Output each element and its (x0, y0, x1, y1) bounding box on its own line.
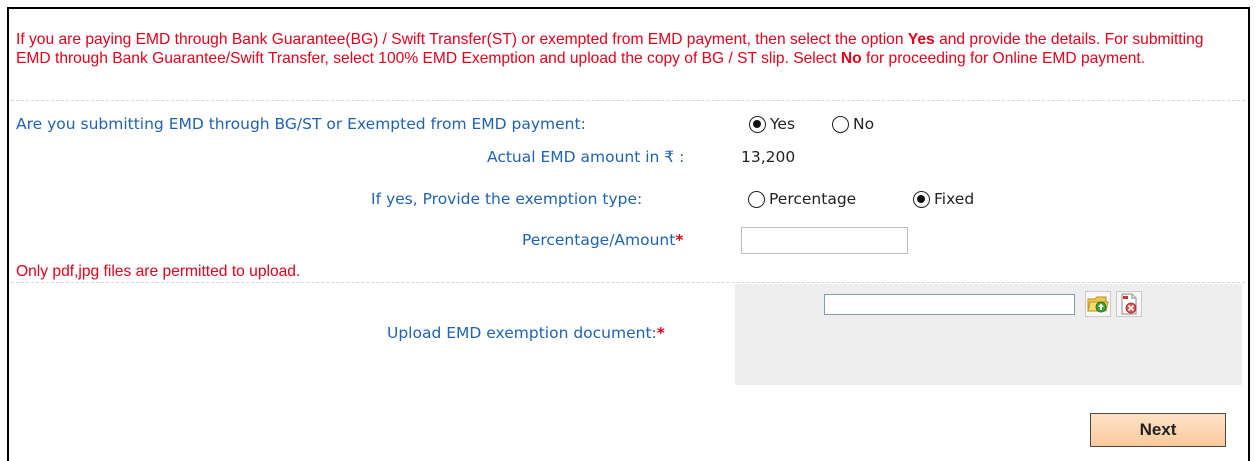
percentage-label: Percentage (769, 190, 857, 208)
percentage-amount-label-wrap: Percentage/Amount* (522, 231, 683, 249)
upload-note: Only pdf,jpg files are permitted to uplo… (16, 263, 301, 280)
bg-no-radio[interactable] (832, 115, 849, 133)
upload-label: Upload EMD exemption document: (387, 324, 657, 342)
upload-label-wrap: Upload EMD exemption document:* (387, 324, 665, 342)
folder-upload-icon (1087, 296, 1109, 313)
bg-option-yes[interactable]: Yes (749, 115, 795, 133)
fixed-label: Fixed (934, 190, 975, 208)
actual-amount-value: 13,200 (741, 148, 796, 166)
bg-option-no[interactable]: No (832, 115, 874, 133)
upload-file-input[interactable] (824, 294, 1075, 315)
separator-upload (11, 282, 1245, 283)
exemption-type-label: If yes, Provide the exemption type: (371, 190, 643, 208)
bg-question-label: Are you submitting EMD through BG/ST or … (16, 115, 586, 133)
notice-no-word: No (840, 50, 862, 67)
bg-yes-radio[interactable] (749, 115, 766, 133)
exemption-option-percentage[interactable]: Percentage (748, 190, 856, 208)
folder-upload-button[interactable] (1085, 291, 1111, 317)
fixed-radio[interactable] (913, 190, 930, 208)
remove-document-button[interactable] (1116, 291, 1142, 317)
percentage-amount-input[interactable] (741, 227, 908, 254)
remove-document-icon (1121, 293, 1137, 315)
percentage-amount-label: Percentage/Amount (522, 231, 676, 249)
bg-yes-label: Yes (770, 115, 796, 133)
bg-no-label: No (853, 115, 875, 133)
upload-required-marker: * (656, 324, 665, 342)
notice-text-1: If you are paying EMD through Bank Guara… (16, 31, 908, 48)
emd-notice: If you are paying EMD through Bank Guara… (16, 30, 1242, 68)
actual-amount-label: Actual EMD amount in ₹ : (487, 148, 685, 166)
notice-text-3: for proceeding for Online EMD payment. (861, 50, 1146, 67)
exemption-option-fixed[interactable]: Fixed (913, 190, 974, 208)
percentage-radio[interactable] (748, 190, 765, 208)
next-button[interactable]: Next (1090, 413, 1226, 447)
required-marker: * (675, 231, 684, 249)
notice-yes-word: Yes (907, 31, 935, 48)
separator-top (11, 100, 1245, 101)
